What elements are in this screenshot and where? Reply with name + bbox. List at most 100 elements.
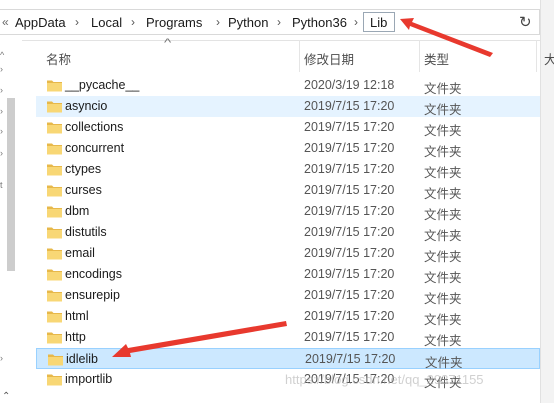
- folder-icon: [48, 354, 63, 366]
- file-type: 文件夹: [424, 103, 462, 117]
- expand-chevron-icon[interactable]: ›: [0, 85, 3, 95]
- list-item-selected[interactable]: idlelib 2019/7/15 17:20 文件夹: [36, 348, 540, 370]
- file-name: asyncio: [65, 99, 108, 113]
- column-header-name[interactable]: 名称: [46, 49, 71, 68]
- file-type: 文件夹: [424, 334, 462, 348]
- file-name: dbm: [65, 204, 90, 218]
- refresh-icon[interactable]: ↻: [519, 13, 532, 31]
- file-name: html: [65, 309, 89, 323]
- file-date: 2019/7/15 17:20: [304, 225, 395, 239]
- column-header-type[interactable]: 类型: [424, 49, 449, 68]
- expand-chevron-icon[interactable]: ›: [0, 126, 3, 136]
- overflow-chevron-icon[interactable]: «: [2, 15, 9, 29]
- file-type: 文件夹: [424, 82, 462, 96]
- folder-icon: [47, 164, 62, 176]
- list-item[interactable]: html 2019/7/15 17:20 文件夹: [36, 306, 540, 327]
- folder-icon: [47, 80, 62, 92]
- watermark: https://blog.csdn.net/qq_29371155: [285, 372, 484, 387]
- list-item[interactable]: ctypes 2019/7/15 17:20 文件夹: [36, 159, 540, 180]
- file-type: 文件夹: [424, 187, 462, 201]
- file-type: 文件夹: [424, 166, 462, 180]
- file-date: 2019/7/15 17:20: [304, 246, 395, 260]
- file-name: importlib: [65, 372, 113, 386]
- folder-icon: [47, 206, 62, 218]
- list-item[interactable]: distutils 2019/7/15 17:20 文件夹: [36, 222, 540, 243]
- breadcrumb-appdata[interactable]: AppData: [15, 15, 66, 30]
- folder-icon: [47, 185, 62, 197]
- folder-icon: [47, 248, 62, 260]
- breadcrumb-python36[interactable]: Python36: [292, 15, 347, 30]
- list-item[interactable]: ensurepip 2019/7/15 17:20 文件夹: [36, 285, 540, 306]
- file-name: __pycache__: [65, 78, 140, 92]
- breadcrumb-separator: ›: [216, 15, 220, 29]
- status-glyph: ⌃: [2, 391, 11, 402]
- file-name: encodings: [65, 267, 122, 281]
- folder-icon: [47, 227, 62, 239]
- file-type: 文件夹: [424, 250, 462, 264]
- folder-icon: [47, 290, 62, 302]
- list-item[interactable]: http 2019/7/15 17:20 文件夹: [36, 327, 540, 348]
- file-name: distutils: [65, 225, 107, 239]
- folder-icon: [47, 332, 62, 344]
- breadcrumb-separator: ›: [75, 15, 79, 29]
- file-date: 2019/7/15 17:20: [304, 267, 395, 281]
- file-date: 2019/7/15 17:20: [304, 141, 395, 155]
- file-type: 文件夹: [424, 292, 462, 306]
- file-name: collections: [65, 120, 124, 134]
- breadcrumb-separator: ›: [354, 15, 358, 29]
- list-item[interactable]: curses 2019/7/15 17:20 文件夹: [36, 180, 540, 201]
- navigation-pane: ^ › › › › › t ›: [0, 40, 22, 403]
- column-divider[interactable]: [536, 40, 537, 72]
- expand-chevron-icon[interactable]: ›: [0, 64, 3, 74]
- expand-chevron-icon[interactable]: ›: [0, 353, 3, 363]
- pin-icon: t: [0, 180, 3, 190]
- file-name: email: [65, 246, 95, 260]
- file-type: 文件夹: [424, 145, 462, 159]
- breadcrumb[interactable]: « AppData › Local › Programs › Python › …: [0, 9, 540, 35]
- expand-chevron-icon[interactable]: ›: [0, 148, 3, 158]
- list-item[interactable]: asyncio 2019/7/15 17:20 文件夹: [36, 96, 540, 117]
- breadcrumb-separator: ›: [131, 15, 135, 29]
- list-item[interactable]: collections 2019/7/15 17:20 文件夹: [36, 117, 540, 138]
- file-date: 2019/7/15 17:20: [304, 183, 395, 197]
- breadcrumb-programs[interactable]: Programs: [146, 15, 202, 30]
- folder-icon: [47, 122, 62, 134]
- list-item[interactable]: encodings 2019/7/15 17:20 文件夹: [36, 264, 540, 285]
- column-header-date[interactable]: 修改日期: [304, 49, 354, 68]
- column-divider[interactable]: [299, 40, 300, 72]
- file-date: 2019/7/15 17:20: [304, 120, 395, 134]
- breadcrumb-local[interactable]: Local: [91, 15, 122, 30]
- file-date: 2019/7/15 17:20: [304, 162, 395, 176]
- file-name: ensurepip: [65, 288, 120, 302]
- file-date: 2019/7/15 17:20: [305, 352, 396, 366]
- file-date: 2019/7/15 17:20: [304, 330, 395, 344]
- file-name: idlelib: [66, 352, 98, 366]
- expand-chevron-icon[interactable]: ›: [0, 106, 3, 116]
- file-date: 2019/7/15 17:20: [304, 309, 395, 323]
- column-divider[interactable]: [419, 40, 420, 72]
- file-name: http: [65, 330, 86, 344]
- address-bar: « AppData › Local › Programs › Python › …: [0, 0, 540, 41]
- list-item[interactable]: dbm 2019/7/15 17:20 文件夹: [36, 201, 540, 222]
- folder-icon: [47, 311, 62, 323]
- folder-icon: [47, 269, 62, 281]
- file-date: 2019/7/15 17:20: [304, 204, 395, 218]
- list-item[interactable]: concurrent 2019/7/15 17:20 文件夹: [36, 138, 540, 159]
- breadcrumb-python[interactable]: Python: [228, 15, 268, 30]
- navigation-scrollbar[interactable]: [7, 98, 15, 271]
- list-item[interactable]: email 2019/7/15 17:20 文件夹: [36, 243, 540, 264]
- breadcrumb-separator: ›: [277, 15, 281, 29]
- column-header-row: ^ 名称 修改日期 类型 大: [36, 37, 554, 72]
- folder-icon: [47, 143, 62, 155]
- file-type: 文件夹: [424, 313, 462, 327]
- breadcrumb-lib[interactable]: Lib: [370, 15, 387, 30]
- column-header-size[interactable]: 大: [544, 49, 554, 68]
- file-name: concurrent: [65, 141, 125, 155]
- list-item[interactable]: __pycache__ 2020/3/19 12:18 文件夹: [36, 75, 540, 96]
- file-date: 2019/7/15 17:20: [304, 99, 395, 113]
- file-name: curses: [65, 183, 102, 197]
- pin-icon: ^: [0, 50, 5, 60]
- file-date: 2019/7/15 17:20: [304, 288, 395, 302]
- folder-icon: [47, 101, 62, 113]
- file-type: 文件夹: [424, 229, 462, 243]
